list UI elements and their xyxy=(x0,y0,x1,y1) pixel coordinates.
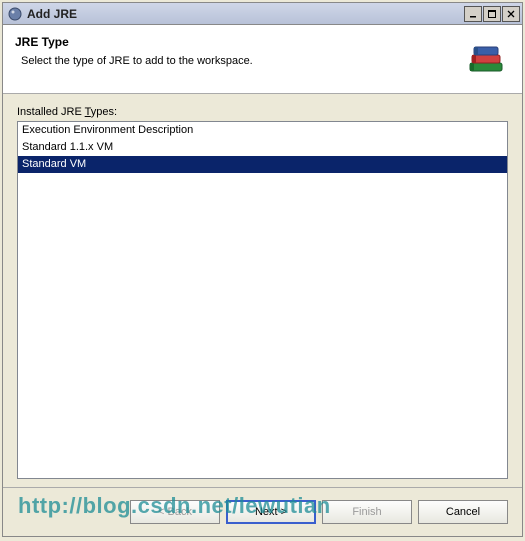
wizard-header: JRE Type Select the type of JRE to add t… xyxy=(3,25,522,94)
close-button[interactable] xyxy=(502,6,520,22)
wizard-footer: < Back Next > Finish Cancel xyxy=(3,487,522,536)
next-button[interactable]: Next > xyxy=(226,500,316,524)
list-item[interactable]: Execution Environment Description xyxy=(18,122,507,139)
jre-types-listbox[interactable]: Execution Environment DescriptionStandar… xyxy=(17,121,508,479)
cancel-button[interactable]: Cancel xyxy=(418,500,508,524)
titlebar[interactable]: Add JRE xyxy=(3,3,522,25)
app-icon xyxy=(7,6,23,22)
wizard-subtitle: Select the type of JRE to add to the wor… xyxy=(21,55,462,67)
dialog-window: Add JRE JRE Type Select the type of JRE … xyxy=(2,2,523,537)
finish-button[interactable]: Finish xyxy=(322,500,412,524)
minimize-button[interactable] xyxy=(464,6,482,22)
wizard-body: Installed JRE Types: Execution Environme… xyxy=(3,94,522,487)
wizard-header-text: JRE Type Select the type of JRE to add t… xyxy=(15,35,462,67)
list-item[interactable]: Standard VM xyxy=(18,156,507,173)
window-controls xyxy=(463,6,520,22)
list-item[interactable]: Standard 1.1.x VM xyxy=(18,139,507,156)
maximize-button[interactable] xyxy=(483,6,501,22)
wizard-title: JRE Type xyxy=(15,35,462,49)
list-label: Installed JRE Types: xyxy=(17,106,508,118)
back-button[interactable]: < Back xyxy=(130,500,220,524)
window-title: Add JRE xyxy=(27,7,463,21)
books-icon xyxy=(462,35,510,83)
